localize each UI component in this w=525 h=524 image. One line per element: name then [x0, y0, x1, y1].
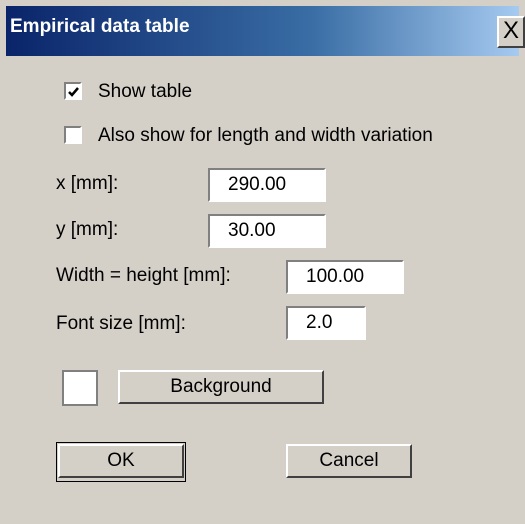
background-color-swatch[interactable]	[62, 370, 98, 406]
font-size-label: Font size [mm]:	[56, 313, 186, 334]
background-button[interactable]: Background	[118, 370, 324, 404]
title-bar: Empirical data table X	[6, 6, 525, 56]
width-height-label: Width = height [mm]:	[56, 265, 231, 286]
check-icon	[68, 87, 79, 97]
also-show-variation-checkbox[interactable]	[64, 126, 82, 144]
dialog-title: Empirical data table	[10, 16, 190, 37]
width-height-input[interactable]: 100.00	[286, 260, 404, 294]
close-icon: X	[502, 17, 519, 44]
cancel-button[interactable]: Cancel	[286, 444, 412, 478]
y-input[interactable]: 30.00	[208, 214, 326, 248]
also-show-variation-label[interactable]: Also show for length and width variation	[98, 125, 433, 147]
show-table-checkbox[interactable]	[64, 82, 82, 100]
font-size-input[interactable]: 2.0	[286, 306, 366, 340]
dialog-window: Empirical data table X Show table Also s…	[0, 0, 525, 524]
close-button[interactable]: X	[497, 16, 525, 48]
x-input[interactable]: 290.00	[208, 168, 326, 202]
y-label: y [mm]:	[56, 219, 119, 240]
show-table-label[interactable]: Show table	[98, 81, 192, 103]
x-label: x [mm]:	[56, 173, 119, 194]
ok-button[interactable]: OK	[58, 444, 184, 478]
